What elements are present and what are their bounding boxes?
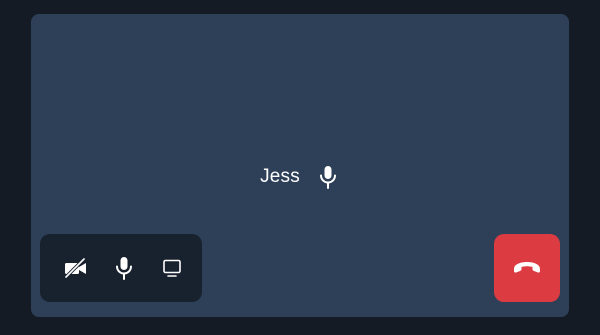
microphone-icon [115, 256, 133, 280]
microphone-icon [316, 164, 340, 190]
toggle-microphone-button[interactable] [106, 250, 142, 286]
screen-share-icon [162, 258, 182, 278]
phone-hangup-icon [512, 261, 542, 275]
toggle-camera-button[interactable] [58, 250, 94, 286]
camera-off-icon [64, 258, 88, 278]
call-controls-bar [40, 234, 202, 302]
participant-name: Jess [260, 166, 300, 187]
video-call-window: Jess [0, 0, 600, 335]
hang-up-button[interactable] [494, 234, 560, 302]
screen-share-button[interactable] [154, 250, 190, 286]
participant-label: Jess [31, 164, 569, 190]
